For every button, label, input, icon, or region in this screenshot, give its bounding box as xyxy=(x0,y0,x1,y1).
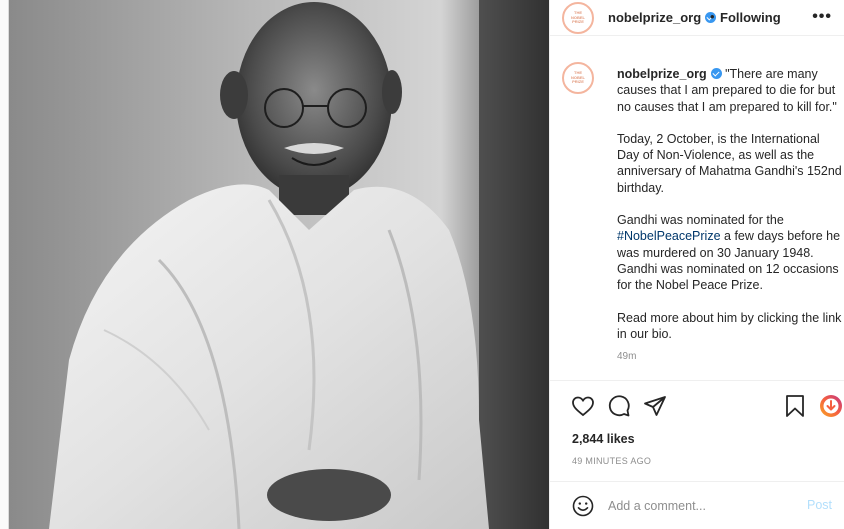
avatar-logo-text: PRIZE xyxy=(572,79,584,85)
caption-text-segment: Gandhi was nominated for the xyxy=(617,213,784,228)
likes-count[interactable]: 2,844 likes xyxy=(572,432,635,446)
share-icon[interactable] xyxy=(642,393,668,419)
post-header: THE NOBEL PRIZE nobelprize_org • Followi… xyxy=(550,0,844,36)
caption-username[interactable]: nobelprize_org xyxy=(617,67,722,81)
caption-paragraph: Read more about him by clicking the link… xyxy=(617,310,842,341)
post-dialog: THE NOBEL PRIZE nobelprize_org • Followi… xyxy=(8,0,844,529)
post-side-panel: THE NOBEL PRIZE nobelprize_org • Followi… xyxy=(549,0,844,529)
avatar-logo-text: PRIZE xyxy=(572,19,584,25)
caption-paragraph: Today, 2 October, is the International D… xyxy=(617,131,842,195)
action-bar xyxy=(550,380,844,432)
post-photo[interactable] xyxy=(9,0,549,529)
comment-input[interactable] xyxy=(608,496,798,516)
caption-time-ago: 49m xyxy=(617,351,637,362)
caption-username-text[interactable]: nobelprize_org xyxy=(617,67,707,81)
emoji-reaction-icon[interactable] xyxy=(818,393,844,419)
heart-icon[interactable] xyxy=(570,393,596,419)
emoji-picker-icon[interactable] xyxy=(572,495,594,517)
post-comment-button[interactable]: Post xyxy=(807,498,832,512)
caption-avatar[interactable]: THE NOBEL PRIZE xyxy=(562,62,594,94)
comment-icon[interactable] xyxy=(606,393,632,419)
portrait-image xyxy=(9,0,549,529)
post-timestamp[interactable]: 49 MINUTES AGO xyxy=(572,456,651,466)
separator-dot: • xyxy=(710,9,715,24)
profile-avatar[interactable]: THE NOBEL PRIZE xyxy=(562,2,594,34)
following-button[interactable]: Following xyxy=(720,10,781,25)
verified-badge-icon xyxy=(710,68,722,79)
comment-bar: Post xyxy=(550,481,844,529)
header-username[interactable]: nobelprize_org xyxy=(608,10,717,25)
username-text[interactable]: nobelprize_org xyxy=(608,10,701,25)
more-options-icon[interactable]: ••• xyxy=(812,8,832,26)
caption-paragraph: nobelprize_org "There are many causes th… xyxy=(617,66,844,115)
caption-paragraph: Gandhi was nominated for the #NobelPeace… xyxy=(617,212,844,293)
caption-text: nobelprize_org "There are many causes th… xyxy=(617,66,844,358)
bookmark-icon[interactable] xyxy=(782,393,808,419)
hashtag-link[interactable]: #NobelPeacePrize xyxy=(617,229,721,243)
